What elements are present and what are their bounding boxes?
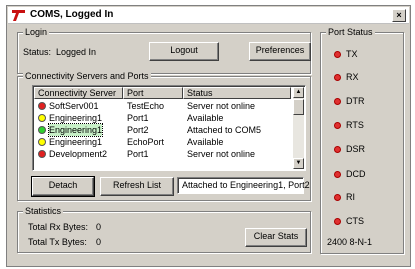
refresh-list-button[interactable]: Refresh List — [100, 177, 174, 196]
rts-led-icon — [334, 122, 341, 129]
port-status-group-label: Port Status — [326, 27, 375, 37]
tx-led-icon — [334, 51, 341, 58]
rx-signal-label: RX — [346, 72, 359, 82]
dsr-led-icon — [334, 146, 341, 153]
clear-stats-button[interactable]: Clear Stats — [245, 228, 307, 247]
scroll-down-icon[interactable]: ▼ — [293, 158, 304, 169]
scroll-thumb[interactable] — [293, 99, 304, 115]
title-bar[interactable]: COMS, Logged In × — [8, 7, 409, 24]
rts-signal-label: RTS — [346, 120, 364, 130]
servers-group-label: Connectivity Servers and Ports — [23, 71, 151, 81]
row-status: Server not online — [187, 101, 256, 111]
tx-bytes-value: 0 — [96, 237, 102, 247]
window-title: COMS, Logged In — [30, 9, 114, 20]
table-row[interactable]: Development2 Port1 Server not online — [35, 148, 305, 160]
ri-led-icon — [334, 194, 341, 201]
dsr-signal-label: DSR — [346, 144, 366, 154]
table-row[interactable]: Engineering1 EchoPort Available — [35, 136, 305, 148]
preferences-button[interactable]: Preferences — [249, 42, 311, 61]
app-logo-icon — [11, 8, 26, 22]
column-header-port[interactable]: Port — [123, 87, 183, 99]
row-port: Port2 — [127, 125, 149, 135]
status-dot-icon — [38, 114, 46, 122]
dcd-led-icon — [334, 171, 341, 178]
port-config-label: 2400 8-N-1 — [327, 237, 373, 247]
attach-status-field: Attached to Engineering1, Port2 — [177, 177, 310, 194]
coms-window: COMS, Logged In × Login Status: Logged I… — [6, 5, 411, 267]
status-dot-icon — [38, 102, 46, 110]
tx-bytes-label: Total Tx Bytes: — [28, 237, 87, 247]
row-status: Available — [187, 113, 224, 123]
row-port: EchoPort — [127, 137, 165, 147]
statistics-group: Statistics Total Rx Bytes: 0 Total Tx By… — [17, 206, 311, 253]
rx-bytes-label: Total Rx Bytes: — [28, 222, 89, 232]
row-status: Attached to COM5 — [187, 125, 262, 135]
login-group-label: Login — [23, 27, 50, 37]
status-value: Logged In — [56, 47, 97, 57]
row-status: Available — [187, 137, 224, 147]
tx-signal-label: TX — [346, 49, 358, 59]
row-server: Engineering1 — [49, 113, 103, 123]
row-server: Development2 — [49, 149, 108, 159]
rx-led-icon — [334, 74, 341, 81]
detach-button[interactable]: Detach — [31, 176, 95, 197]
row-status: Server not online — [187, 149, 256, 159]
table-row[interactable]: Engineering1 Port1 Available — [35, 112, 305, 124]
port-status-group: Port Status TX RX DTR RTS DSR DCD RI CTS… — [320, 27, 404, 254]
statistics-group-label: Statistics — [23, 206, 64, 216]
row-server: Engineering1 — [49, 137, 103, 147]
login-group: Login Status: Logged In Logout Preferenc… — [17, 27, 311, 74]
row-port: Port1 — [127, 113, 149, 123]
scroll-up-icon[interactable]: ▲ — [293, 87, 304, 98]
status-dot-icon — [38, 126, 46, 134]
dtr-led-icon — [334, 98, 341, 105]
row-port: Port1 — [127, 149, 149, 159]
status-dot-icon — [38, 150, 46, 158]
servers-list[interactable]: Connectivity Server Port Status SoftServ… — [32, 85, 306, 171]
status-dot-icon — [38, 138, 46, 146]
table-row[interactable]: SoftServ001 TestEcho Server not online — [35, 100, 305, 112]
list-scrollbar[interactable]: ▲ ▼ — [293, 87, 304, 169]
ri-signal-label: RI — [346, 192, 355, 202]
table-row-selected[interactable]: Engineering1 Port2 Attached to COM5 — [35, 123, 305, 137]
rx-bytes-value: 0 — [96, 222, 102, 232]
cts-led-icon — [334, 218, 341, 225]
column-header-status[interactable]: Status — [183, 87, 291, 99]
logout-button[interactable]: Logout — [149, 42, 219, 61]
servers-group: Connectivity Servers and Ports Connectiv… — [17, 71, 311, 201]
status-label: Status: — [23, 47, 52, 57]
dcd-signal-label: DCD — [346, 169, 366, 179]
row-server: Engineering1 — [47, 123, 104, 137]
row-port: TestEcho — [127, 101, 165, 111]
dtr-signal-label: DTR — [346, 96, 365, 106]
column-header-server[interactable]: Connectivity Server — [34, 87, 123, 99]
row-server: SoftServ001 — [49, 101, 99, 111]
cts-signal-label: CTS — [346, 216, 364, 226]
close-button[interactable]: × — [392, 9, 406, 22]
